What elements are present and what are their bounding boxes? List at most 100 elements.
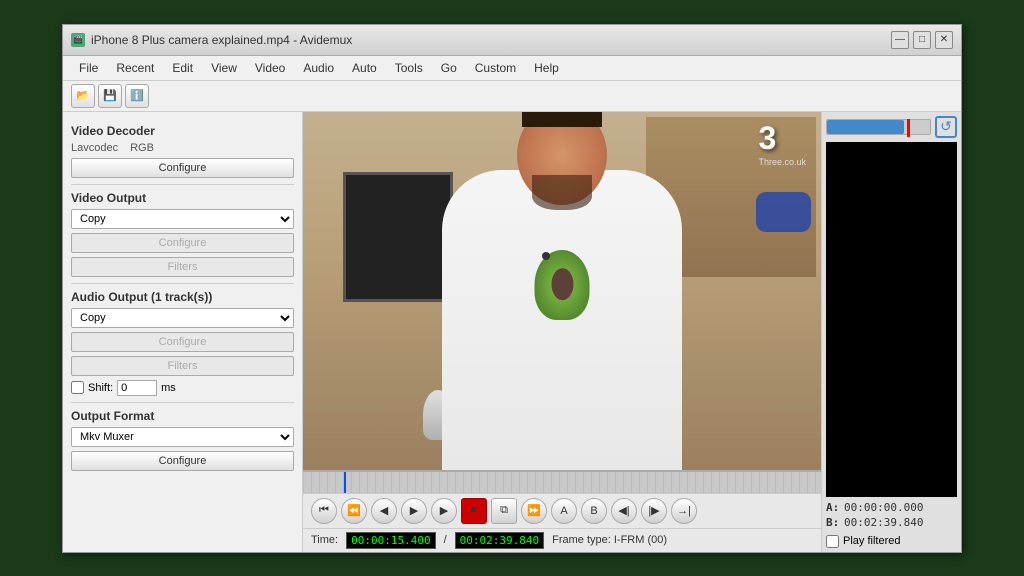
bottom-section: ⏮ ⏪ ◀ ▶ ▶ ⏹ ⧉ ⏩ A B ◀| |▶ →| Time: [303,470,821,552]
audio-filters-btn[interactable]: Filters [71,356,294,376]
play-filtered-row: Play filtered [826,535,957,548]
next-key-btn[interactable]: |▶ [641,498,667,524]
avocado [535,250,590,320]
app-icon: 🎬 [71,33,85,47]
play-filtered-checkbox[interactable] [826,535,839,548]
point-a-label: A: [826,501,840,514]
point-b-label: B: [826,516,840,529]
menu-video[interactable]: Video [247,59,293,77]
menu-custom[interactable]: Custom [467,59,524,77]
shift-row: Shift: ms [71,380,294,396]
menu-edit[interactable]: Edit [164,59,201,77]
prev-frame-btn[interactable]: ◀ [371,498,397,524]
point-b-row: B: 00:02:39.840 [826,516,957,529]
video-output-title: Video Output [71,191,294,205]
video-output-select-row: Copy MPEG-4 AVC MPEG-4 ASP FFV1 [71,209,294,229]
last-btn[interactable]: →| [671,498,697,524]
play-btn[interactable]: ▶ [401,498,427,524]
time-points: A: 00:00:00.000 B: 00:02:39.840 [826,501,957,531]
prev-key-btn[interactable]: ◀| [611,498,637,524]
three-logo-area: 3 Three.co.uk [758,120,806,167]
fast-forward-btn[interactable]: ⏩ [521,498,547,524]
shift-input[interactable] [117,380,157,396]
menu-bar: File Recent Edit View Video Audio Auto T… [63,56,961,81]
total-time: 00:02:39.840 [455,532,544,549]
volume-row: ↺ [826,116,957,138]
rewind-btn[interactable]: ⏪ [341,498,367,524]
time-label: Time: [311,534,338,546]
person-shirt [442,170,682,470]
menu-go[interactable]: Go [433,59,465,77]
avocado-pit [551,268,573,300]
skip-start-btn[interactable]: ⏮ [311,498,337,524]
menu-help[interactable]: Help [526,59,567,77]
audio-configure-btn[interactable]: Configure [71,332,294,352]
timeline-area[interactable] [303,471,821,493]
decoder-tabs: Lavcodec RGB [71,142,294,154]
timeline-bar [303,472,821,493]
open-button[interactable]: 📂 [71,84,95,108]
menu-auto[interactable]: Auto [344,59,385,77]
person-beard [532,175,592,210]
title-bar-controls: — □ ✕ [891,31,953,49]
video-decoder-configure-btn[interactable]: Configure [71,158,294,178]
main-content: Video Decoder Lavcodec RGB Configure Vid… [63,112,961,552]
video-display: 3 Three.co.uk [303,112,821,470]
next-frame-btn[interactable]: ▶ [431,498,457,524]
close-button[interactable]: ✕ [935,31,953,49]
volume-marker [907,119,910,137]
toolbar: 📂 💾 ℹ️ [63,81,961,112]
maximize-button[interactable]: □ [913,31,931,49]
menu-view[interactable]: View [203,59,245,77]
shift-unit: ms [161,382,176,394]
info-button[interactable]: ℹ️ [125,84,149,108]
video-filters-btn[interactable]: Filters [71,257,294,277]
window-title: iPhone 8 Plus camera explained.mp4 - Avi… [91,33,352,47]
audio-output-title: Audio Output (1 track(s)) [71,290,294,304]
person-hair [522,112,602,127]
rgb-tab[interactable]: RGB [130,142,154,154]
timeline-marker [344,472,346,493]
set-a-btn[interactable]: A [551,498,577,524]
sidebar: Video Decoder Lavcodec RGB Configure Vid… [63,112,303,552]
volume-slider[interactable] [826,119,931,135]
video-decoder-title: Video Decoder [71,124,294,138]
video-configure-btn[interactable]: Configure [71,233,294,253]
output-configure-btn[interactable]: Configure [71,451,294,471]
frame-type: Frame type: I-FRM (00) [552,534,667,546]
status-bar: Time: 00:00:15.400 / 00:02:39.840 Frame … [303,528,821,552]
output-format-select-row: Mkv Muxer MP4 Muxer AVI Muxer [71,427,294,447]
save-button[interactable]: 💾 [98,84,122,108]
three-url: Three.co.uk [758,157,806,167]
segment-btn[interactable]: ⧉ [491,498,517,524]
divider-1 [71,184,294,185]
preview-thumbnail [826,142,957,497]
title-bar: 🎬 iPhone 8 Plus camera explained.mp4 - A… [63,25,961,56]
loop-button[interactable]: ↺ [935,116,957,138]
shift-checkbox[interactable] [71,381,84,394]
output-format-title: Output Format [71,409,294,423]
play-filtered-label: Play filtered [843,535,900,547]
title-bar-left: 🎬 iPhone 8 Plus camera explained.mp4 - A… [71,33,352,47]
controls-bar: ⏮ ⏪ ◀ ▶ ▶ ⏹ ⧉ ⏩ A B ◀| |▶ →| [303,493,821,528]
monitor [343,172,453,302]
audio-output-select[interactable]: Copy AAC MP3 AC3 [71,308,294,328]
video-wrapper: 3 Three.co.uk ⏮ ⏪ ◀ ▶ ▶ [303,112,821,552]
separator: / [444,534,447,546]
point-b-value: 00:02:39.840 [844,516,923,529]
lavcodec-tab[interactable]: Lavcodec [71,142,118,154]
divider-2 [71,283,294,284]
video-output-select[interactable]: Copy MPEG-4 AVC MPEG-4 ASP FFV1 [71,209,294,229]
output-format-select[interactable]: Mkv Muxer MP4 Muxer AVI Muxer [71,427,294,447]
main-window: 🎬 iPhone 8 Plus camera explained.mp4 - A… [62,24,962,553]
menu-file[interactable]: File [71,59,106,77]
minimize-button[interactable]: — [891,31,909,49]
menu-tools[interactable]: Tools [387,59,431,77]
set-b-btn[interactable]: B [581,498,607,524]
right-panel: ↺ A: 00:00:00.000 B: 00:02:39.840 Play f… [821,112,961,552]
microphone-clip [542,252,550,260]
menu-audio[interactable]: Audio [295,59,342,77]
divider-3 [71,402,294,403]
stop-btn[interactable]: ⏹ [461,498,487,524]
menu-recent[interactable]: Recent [108,59,162,77]
